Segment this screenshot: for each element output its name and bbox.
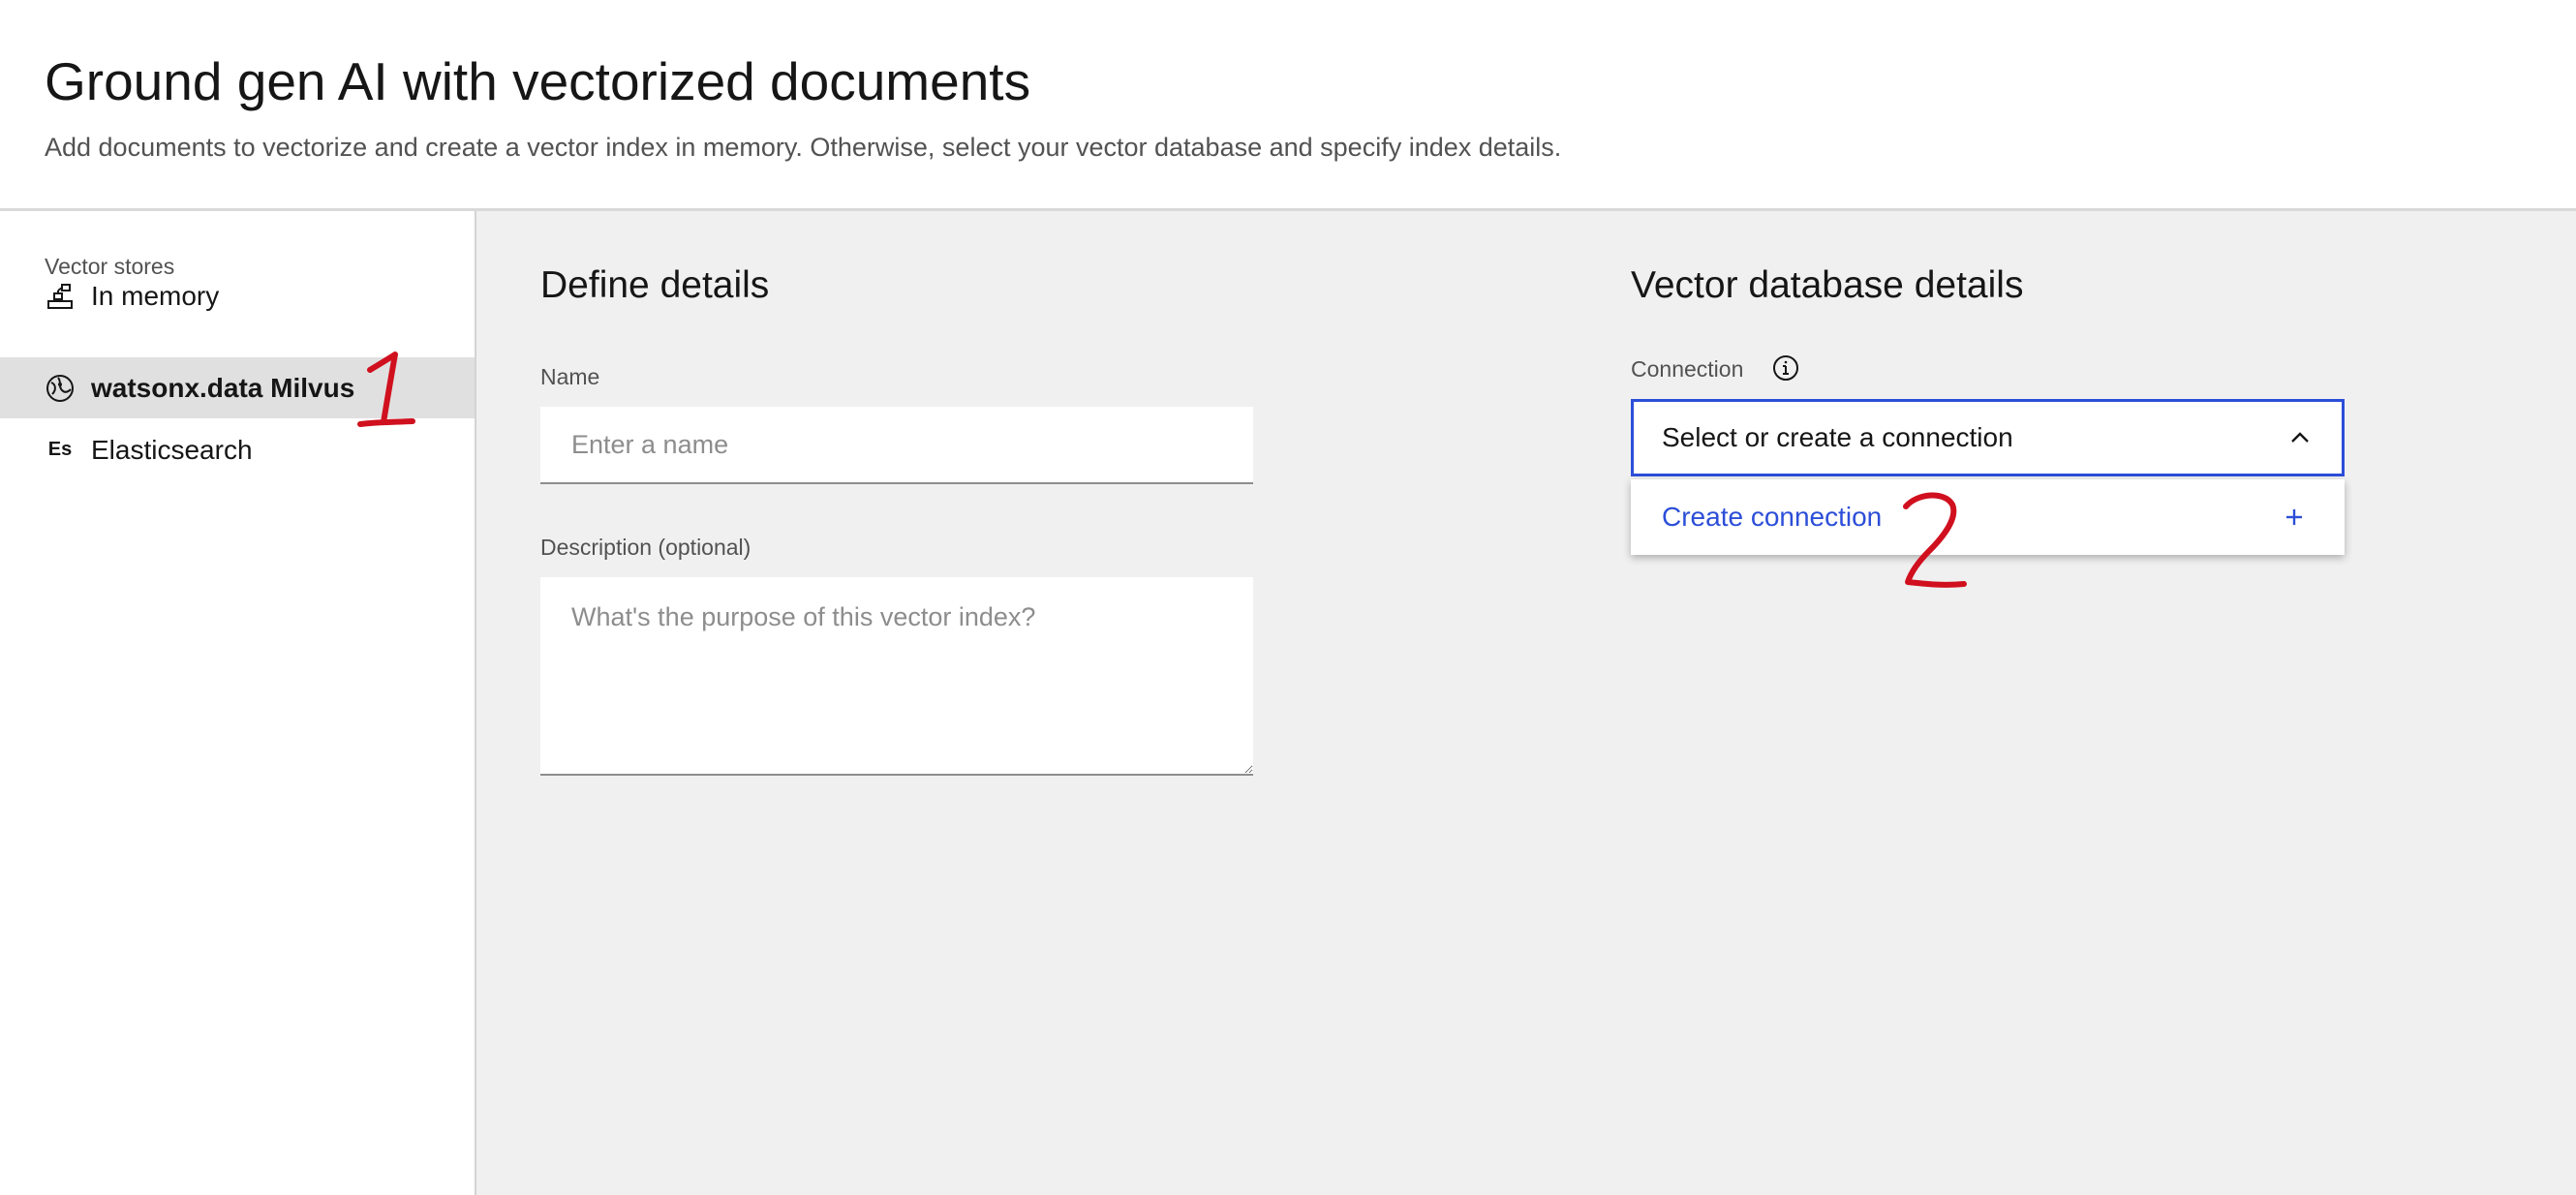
vector-database-details-title: Vector database details xyxy=(1631,264,2024,306)
description-textarea[interactable] xyxy=(540,577,1253,776)
sidebar-item-watsonx-data-milvus[interactable]: watsonx.data Milvus xyxy=(0,357,475,418)
name-label: Name xyxy=(540,364,600,389)
connection-combobox-value: Select or create a connection xyxy=(1662,422,2013,452)
create-connection-label: Create connection xyxy=(1662,502,1883,532)
sidebar-item-elasticsearch[interactable]: Es Elasticsearch xyxy=(0,419,475,480)
sidebar-item-label: Elasticsearch xyxy=(91,434,253,465)
page-subtitle: Add documents to vectorize and create a … xyxy=(45,133,1562,162)
info-icon[interactable] xyxy=(1770,352,1801,383)
connection-label: Connection xyxy=(1631,356,1744,382)
sidebar-item-label: watsonx.data Milvus xyxy=(91,372,355,403)
page-title: Ground gen AI with vectorized documents xyxy=(45,51,1031,111)
in-memory-icon xyxy=(45,281,76,312)
connection-combobox[interactable]: Select or create a connection xyxy=(1631,399,2345,476)
sidebar-item-label: In memory xyxy=(91,280,220,311)
plus-icon xyxy=(2283,506,2306,529)
main-content: Define details Name Description (optiona… xyxy=(476,211,2576,1195)
vector-stores-sidebar: Vector stores In memory watsonx.data Mil… xyxy=(0,211,476,1195)
description-label: Description (optional) xyxy=(540,535,751,560)
sidebar-item-in-memory[interactable]: In memory xyxy=(0,265,475,326)
create-connection-menu-item[interactable]: Create connection xyxy=(1631,479,2345,555)
page-header: Ground gen AI with vectorized documents … xyxy=(0,0,2576,211)
milvus-icon xyxy=(45,373,76,404)
name-input[interactable] xyxy=(540,407,1253,484)
elasticsearch-icon: Es xyxy=(45,435,76,466)
chevron-up-icon xyxy=(2285,423,2315,452)
connection-dropdown-menu: Create connection xyxy=(1631,479,2345,555)
define-details-title: Define details xyxy=(540,264,770,306)
elasticsearch-icon-text: Es xyxy=(47,439,73,460)
